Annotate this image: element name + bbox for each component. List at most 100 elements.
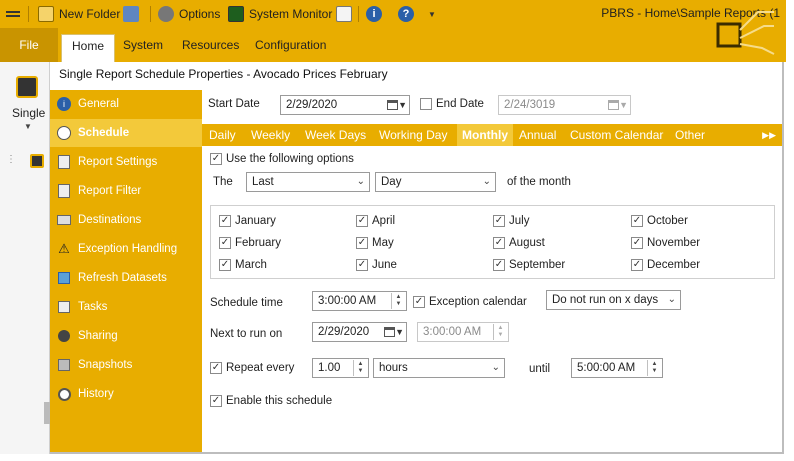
start-date-value: 2/29/2020 bbox=[286, 99, 338, 111]
nav-item-snapshots[interactable]: Snapshots bbox=[50, 351, 202, 379]
spinner-arrows-icon[interactable]: ▲ ▼ bbox=[391, 293, 405, 309]
nav-item-history[interactable]: History bbox=[50, 380, 202, 408]
enable-schedule-checkbox[interactable]: ✓ Enable this schedule bbox=[210, 395, 332, 407]
repeat-value-spinner[interactable]: 1.00 ▲ ▼ bbox=[312, 358, 369, 378]
exception-calendar-checkbox[interactable]: ✓ Exception calendar bbox=[413, 296, 527, 308]
month-label: December bbox=[647, 259, 701, 271]
info-button[interactable]: i bbox=[366, 5, 382, 23]
month-label: August bbox=[509, 237, 545, 249]
calendar-dropdown-button[interactable]: ▼ bbox=[387, 98, 407, 112]
month-checkbox-march[interactable]: ✓ March bbox=[219, 259, 267, 271]
next-run-time-spinner[interactable]: 3:00:00 AM ▲ ▼ bbox=[417, 322, 509, 342]
tab-week-days[interactable]: Week Days bbox=[305, 124, 366, 146]
month-checkbox-december[interactable]: ✓ December bbox=[631, 259, 700, 271]
nav-item-general[interactable]: i General bbox=[50, 90, 202, 118]
month-checkbox-january[interactable]: ✓ January bbox=[219, 215, 276, 227]
month-checkbox-february[interactable]: ✓ February bbox=[219, 237, 281, 249]
nav-item-report-settings[interactable]: Report Settings bbox=[50, 148, 202, 176]
enable-schedule-label: Enable this schedule bbox=[226, 395, 333, 407]
spinner-arrows-icon[interactable]: ▲ ▼ bbox=[647, 360, 661, 376]
left-panel: Single ▼ ⋮ bbox=[0, 62, 50, 454]
file-menu-button[interactable]: File bbox=[0, 28, 58, 62]
schedule-time-spinner[interactable]: 3:00:00 AM ▲ ▼ bbox=[312, 291, 407, 311]
tab-custom-calendar[interactable]: Custom Calendar bbox=[570, 124, 663, 146]
nav-item-report-filter[interactable]: Report Filter bbox=[50, 177, 202, 205]
tab-annual[interactable]: Annual bbox=[519, 124, 556, 146]
tab-daily[interactable]: Daily bbox=[209, 124, 236, 146]
chevron-down-icon[interactable]: ▼ bbox=[24, 122, 32, 131]
checkbox-box: ✓ bbox=[493, 215, 505, 227]
repeat-every-checkbox[interactable]: ✓ Repeat every bbox=[210, 362, 294, 374]
move-button[interactable] bbox=[123, 5, 144, 23]
next-run-date-value: 2/29/2020 bbox=[318, 326, 370, 338]
next-run-date-picker[interactable]: 2/29/2020 ▼ bbox=[312, 322, 407, 342]
frequency-tab-bar: Daily Weekly Week Days Working Day Month… bbox=[202, 124, 782, 146]
until-time-spinner[interactable]: 5:00:00 AM ▲ ▼ bbox=[571, 358, 663, 378]
calendar-icon bbox=[384, 327, 396, 337]
spinner-arrows-icon[interactable]: ▲ ▼ bbox=[353, 360, 367, 376]
system-monitor-button[interactable]: System Monitor bbox=[228, 5, 332, 23]
use-options-checkbox[interactable]: ✓ Use the following options bbox=[210, 153, 354, 165]
end-date-picker[interactable]: 2/24/3019 ▼ bbox=[498, 95, 631, 115]
tree-expander-icon[interactable]: ⋮ bbox=[6, 154, 16, 165]
nav-item-schedule[interactable]: Schedule bbox=[50, 119, 202, 147]
repeat-unit-select[interactable]: hours ⌄ bbox=[373, 358, 505, 378]
month-checkbox-may[interactable]: ✓ May bbox=[356, 237, 394, 249]
month-checkbox-april[interactable]: ✓ April bbox=[356, 215, 395, 227]
circuit-decoration-icon bbox=[716, 11, 775, 55]
day-select[interactable]: Day ⌄ bbox=[375, 172, 496, 192]
nav-item-label: Refresh Datasets bbox=[78, 272, 167, 284]
tab-other[interactable]: Other bbox=[675, 124, 705, 146]
checkbox-box: ✓ bbox=[219, 237, 231, 249]
spinner-arrows-icon[interactable]: ▲ ▼ bbox=[493, 324, 507, 340]
tasks-icon bbox=[56, 299, 72, 315]
new-folder-button[interactable]: New Folder bbox=[38, 5, 120, 23]
customize-toolbar-button[interactable]: ▼ bbox=[428, 5, 436, 23]
tab-configuration[interactable]: Configuration bbox=[245, 34, 336, 62]
day-value: Day bbox=[381, 176, 402, 188]
tab-weekly[interactable]: Weekly bbox=[251, 124, 290, 146]
month-checkbox-september[interactable]: ✓ September bbox=[493, 259, 565, 271]
tab-system[interactable]: System bbox=[113, 34, 173, 62]
nav-item-tasks[interactable]: Tasks bbox=[50, 293, 202, 321]
tree-report-icon[interactable] bbox=[30, 154, 44, 168]
end-date-checkbox[interactable]: End Date bbox=[420, 98, 484, 110]
nav-item-destinations[interactable]: Destinations bbox=[50, 206, 202, 234]
nav-item-sharing[interactable]: Sharing bbox=[50, 322, 202, 350]
copy-button[interactable] bbox=[336, 5, 357, 23]
exception-calendar-select[interactable]: Do not run on x days ⌄ bbox=[546, 290, 681, 310]
month-label: April bbox=[372, 215, 396, 227]
warning-icon: ⚠ bbox=[58, 241, 70, 256]
start-date-picker[interactable]: 2/29/2020 ▼ bbox=[280, 95, 410, 115]
month-checkbox-june[interactable]: ✓ June bbox=[356, 259, 397, 271]
month-label: March bbox=[235, 259, 267, 271]
history-icon bbox=[56, 386, 72, 402]
calendar-dropdown-button[interactable]: ▼ bbox=[608, 98, 628, 112]
tab-monthly[interactable]: Monthly bbox=[457, 124, 513, 146]
system-monitor-label: System Monitor bbox=[249, 7, 333, 21]
more-tabs-icon[interactable]: ▶▶ bbox=[762, 124, 776, 146]
occurrence-select[interactable]: Last ⌄ bbox=[246, 172, 370, 192]
nav-item-label: Destinations bbox=[78, 214, 142, 226]
end-date-label: End Date bbox=[436, 98, 484, 110]
schedule-time-value: 3:00:00 AM bbox=[318, 295, 377, 307]
nav-item-label: Report Settings bbox=[78, 156, 158, 168]
month-checkbox-july[interactable]: ✓ July bbox=[493, 215, 529, 227]
snapshots-icon bbox=[56, 357, 72, 373]
nav-item-exception-handling[interactable]: ⚠ Exception Handling bbox=[50, 235, 202, 263]
help-button[interactable]: ? bbox=[398, 5, 414, 23]
checkbox-box: ✓ bbox=[493, 237, 505, 249]
month-checkbox-november[interactable]: ✓ November bbox=[631, 237, 700, 249]
tab-resources[interactable]: Resources bbox=[172, 34, 249, 62]
month-checkbox-october[interactable]: ✓ October bbox=[631, 215, 688, 227]
tab-home[interactable]: Home bbox=[61, 34, 116, 62]
options-button[interactable]: Options bbox=[158, 5, 220, 23]
nav-item-refresh-datasets[interactable]: Refresh Datasets bbox=[50, 264, 202, 292]
single-button[interactable]: Single bbox=[12, 106, 45, 120]
month-checkbox-august[interactable]: ✓ August bbox=[493, 237, 545, 249]
window-menu-icon[interactable] bbox=[6, 5, 20, 23]
tab-working-day[interactable]: Working Day bbox=[379, 124, 447, 146]
info-icon: i bbox=[56, 96, 72, 112]
month-label: October bbox=[647, 215, 688, 227]
calendar-dropdown-button[interactable]: ▼ bbox=[384, 325, 404, 339]
